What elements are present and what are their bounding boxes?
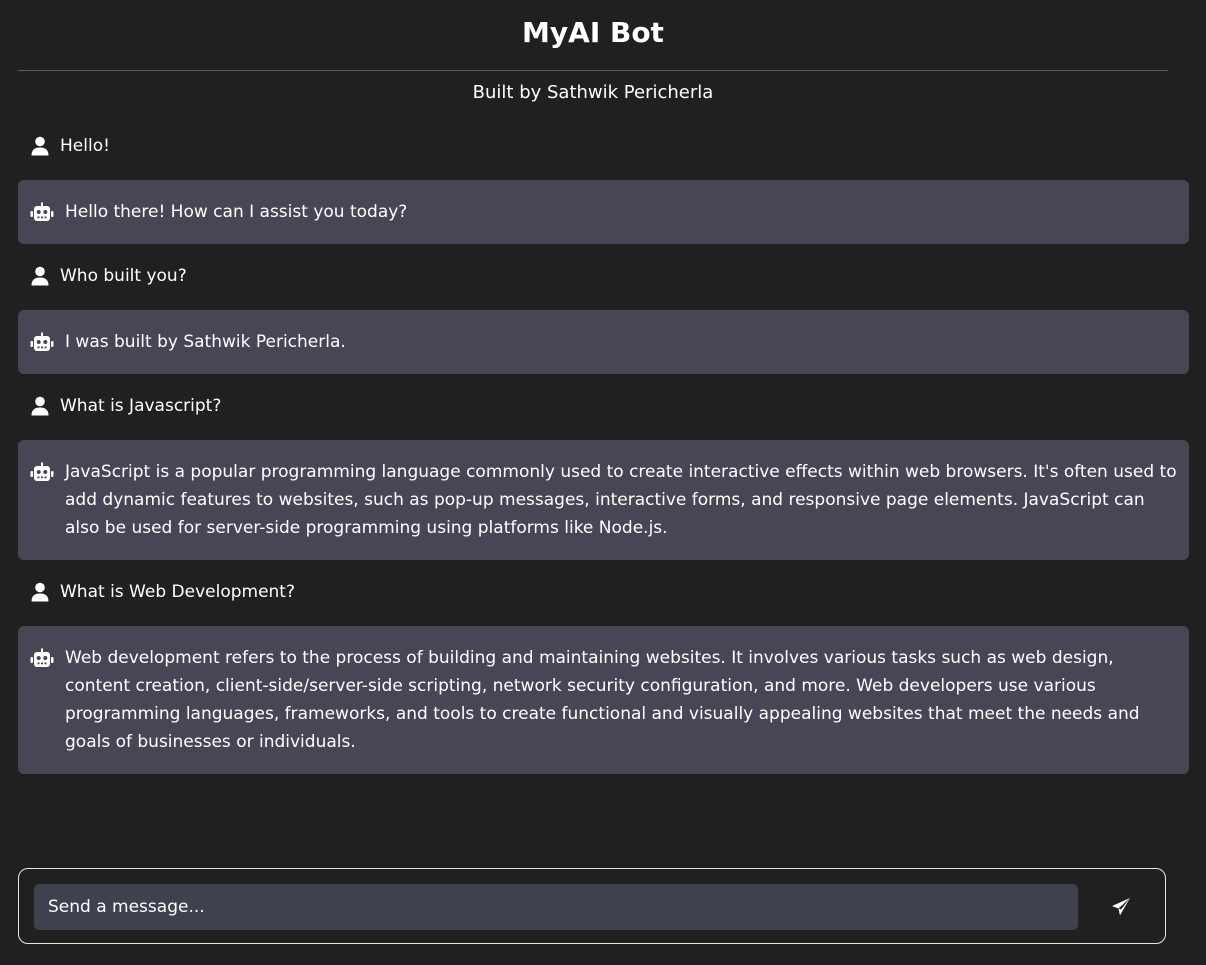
user-message: Hello! (18, 114, 1189, 180)
message-composer (18, 868, 1166, 944)
bot-message: Web development refers to the process of… (18, 626, 1189, 774)
bot-message: I was built by Sathwik Pericherla. (18, 310, 1189, 374)
message-input[interactable] (34, 884, 1078, 930)
user-message: Who built you? (18, 244, 1189, 310)
message-text: What is Javascript? (60, 396, 222, 416)
robot-icon (30, 332, 54, 351)
user-icon (31, 396, 49, 416)
robot-icon (30, 462, 54, 481)
page-title: MyAI Bot (522, 16, 664, 49)
message-text: What is Web Development? (60, 582, 295, 602)
robot-icon (30, 648, 54, 667)
robot-icon (30, 202, 54, 221)
user-message: What is Javascript? (18, 374, 1189, 440)
message-text: Hello there! How can I assist you today? (65, 202, 408, 222)
user-message: What is Web Development? (18, 560, 1189, 626)
user-icon (31, 582, 49, 602)
bot-message: JavaScript is a popular programming lang… (18, 440, 1189, 560)
user-icon (31, 136, 49, 156)
page-subtitle: Built by Sathwik Pericherla (472, 82, 714, 103)
chat-app: MyAI Bot Built by Sathwik Pericherla Hel… (0, 0, 1206, 965)
header: MyAI Bot (18, 0, 1168, 71)
send-button[interactable] (1089, 884, 1152, 930)
bot-message: Hello there! How can I assist you today? (18, 180, 1189, 244)
paper-plane-icon (1111, 898, 1130, 916)
message-text: JavaScript is a popular programming lang… (65, 462, 1177, 538)
message-text: I was built by Sathwik Pericherla. (65, 332, 346, 352)
message-text: Who built you? (60, 266, 187, 286)
message-text: Hello! (60, 136, 110, 156)
message-text: Web development refers to the process of… (65, 648, 1140, 752)
user-icon (31, 266, 49, 286)
message-list: Hello! Hello there! How can I assist you… (18, 114, 1189, 774)
